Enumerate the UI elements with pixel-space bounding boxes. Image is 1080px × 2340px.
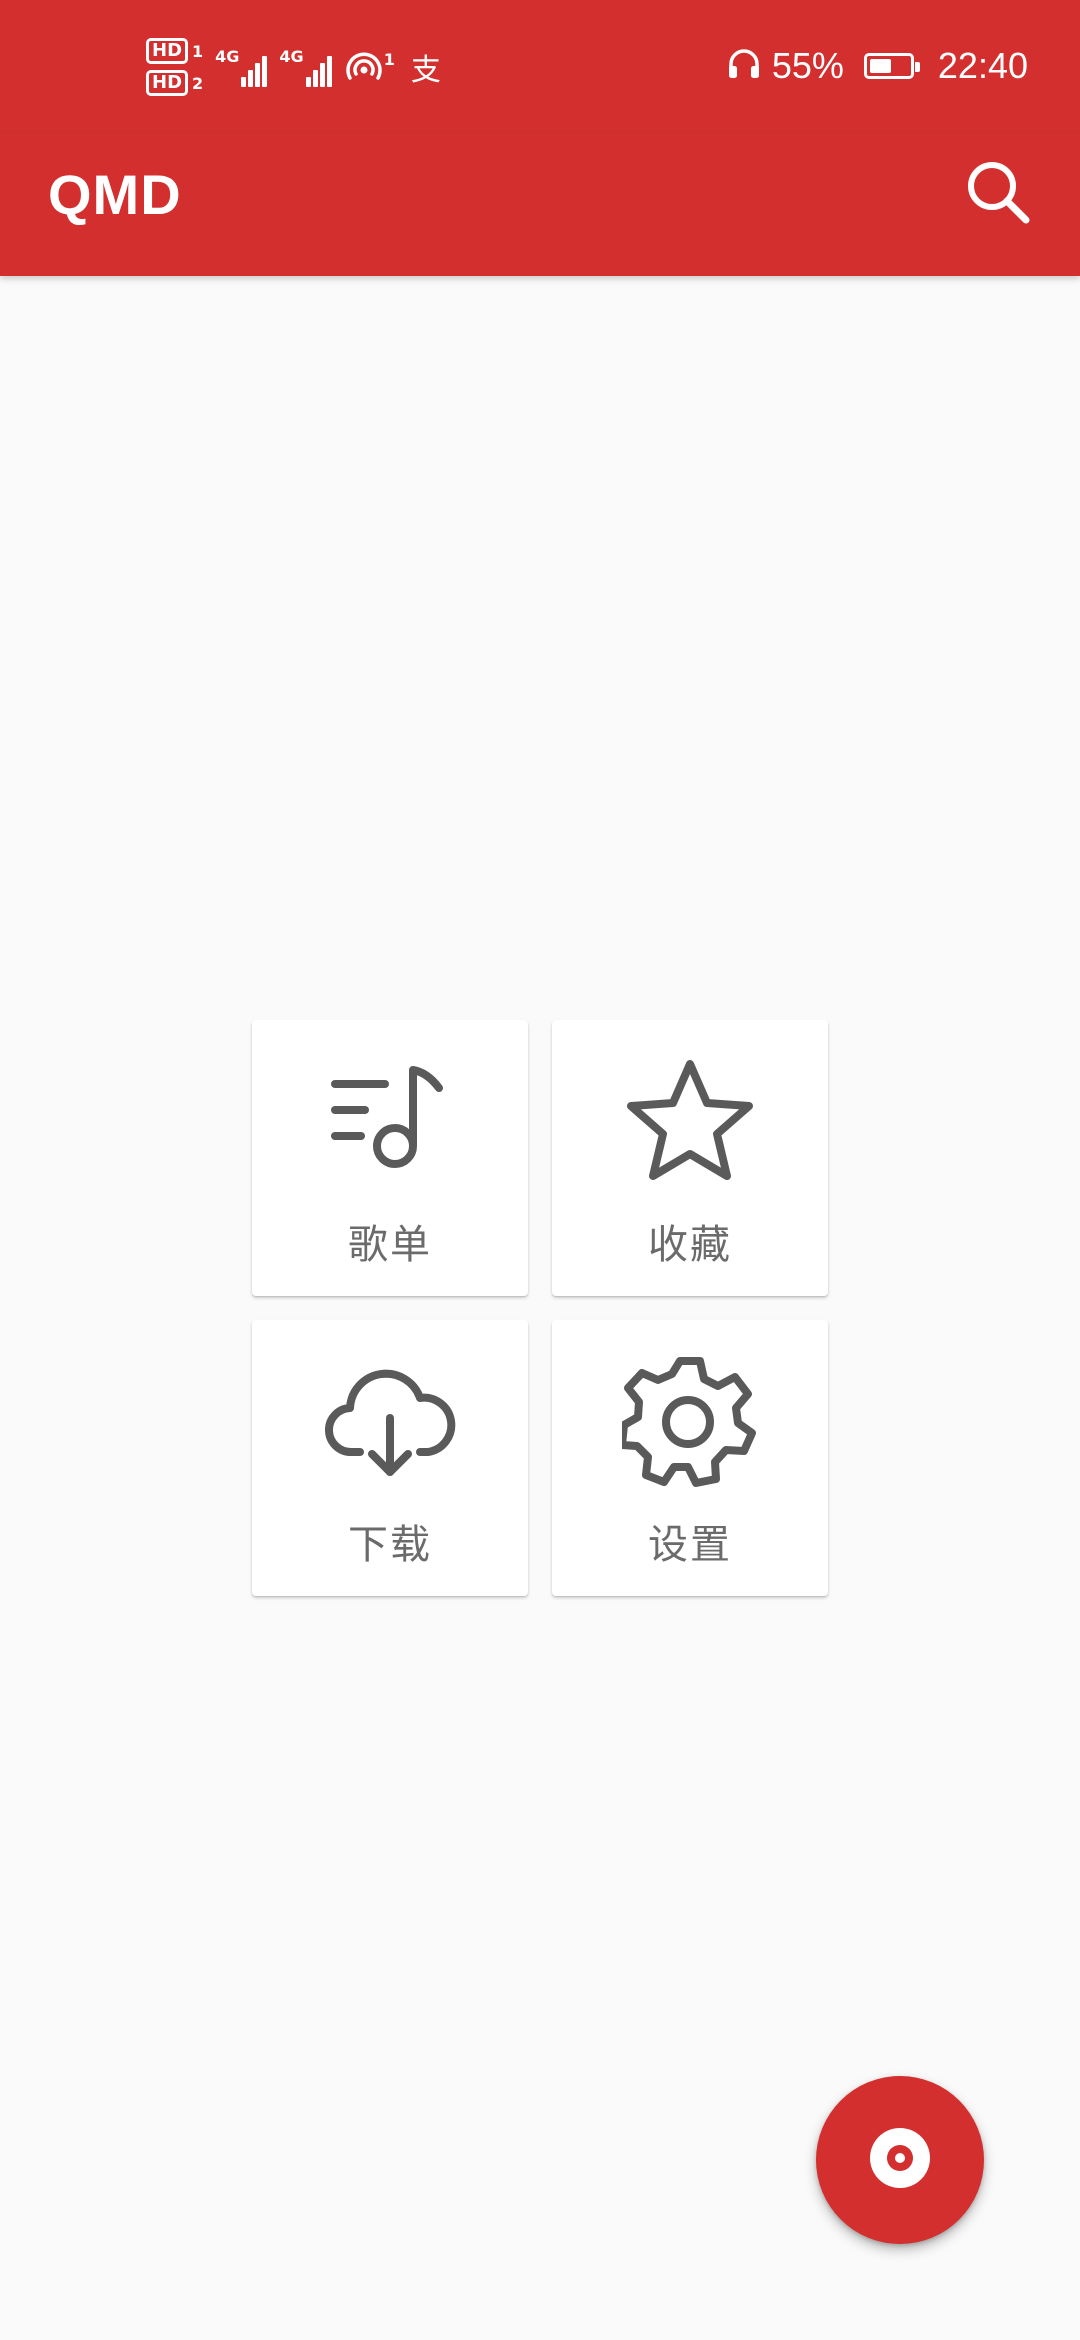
clock: 22:40 — [937, 45, 1028, 86]
sim-indicators: HD 1 HD 2 — [146, 38, 203, 96]
hd-badge: HD — [146, 70, 189, 96]
signal-2-icon: 4G — [279, 47, 332, 87]
status-bar-left: HD 1 HD 2 4G 4G 1 支 — [146, 32, 441, 102]
main-menu-grid: 歌单 收藏 下载 设置 — [252, 1020, 828, 1596]
headphones-icon — [726, 46, 762, 86]
now-playing-fab[interactable] — [816, 2076, 984, 2244]
network-type-label: 4G — [279, 47, 304, 66]
search-icon — [962, 156, 1034, 232]
playlist-icon — [320, 1052, 460, 1192]
battery-percent: 55% — [771, 45, 844, 86]
menu-card-settings[interactable]: 设置 — [552, 1320, 828, 1596]
alipay-icon: 支 — [410, 53, 441, 88]
menu-label: 歌单 — [348, 1222, 432, 1268]
sim2-number: 2 — [192, 73, 204, 93]
star-icon — [620, 1052, 760, 1192]
menu-label: 下载 — [348, 1522, 432, 1568]
menu-label: 设置 — [648, 1522, 732, 1568]
signal-1-icon: 4G — [215, 47, 268, 87]
battery-icon — [863, 53, 920, 79]
search-button[interactable] — [958, 154, 1038, 234]
menu-card-playlist[interactable]: 歌单 — [252, 1020, 528, 1296]
sim1-indicator: HD 1 — [146, 38, 203, 64]
hotspot-count: 1 — [383, 50, 395, 69]
sim1-number: 1 — [192, 41, 204, 61]
sim2-indicator: HD 2 — [146, 70, 203, 96]
network-type-label: 4G — [215, 47, 240, 66]
battery-level — [869, 59, 891, 73]
status-bar-right: 55% 22:40 — [726, 36, 1028, 96]
menu-label: 收藏 — [648, 1222, 732, 1268]
status-bar: HD 1 HD 2 4G 4G 1 支 55% 22:40 — [0, 0, 1080, 134]
app-title: QMD — [48, 163, 182, 226]
disc-icon — [868, 2126, 932, 2194]
hotspot-icon: 1 — [344, 50, 395, 84]
settings-icon — [620, 1352, 760, 1492]
menu-card-download[interactable]: 下载 — [252, 1320, 528, 1596]
app-bar: QMD — [0, 134, 1080, 276]
menu-card-favorites[interactable]: 收藏 — [552, 1020, 828, 1296]
hd-badge: HD — [146, 38, 189, 64]
cloud-download-icon — [320, 1352, 460, 1492]
